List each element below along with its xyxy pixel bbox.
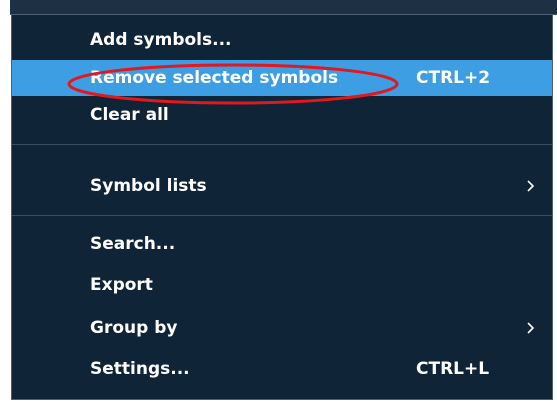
page-background-edge — [0, 0, 10, 403]
menu-item-add-symbols[interactable]: Add symbols... — [12, 22, 552, 58]
menu-item-group-by[interactable]: Group by — [12, 310, 552, 346]
menu-item-label: Add symbols... — [90, 30, 232, 50]
screenshot-canvas: ▀▀▀▀▀▀▀ ▀▀▀▀ ▀▀▀▀ ▀▀ ▀▀▀ Add symbols... … — [0, 0, 557, 403]
menu-item-label: Clear all — [90, 105, 169, 125]
menu-item-settings[interactable]: Settings... CTRL+L — [12, 351, 552, 387]
menu-item-symbol-lists[interactable]: Symbol lists — [12, 168, 552, 204]
menu-item-search[interactable]: Search... — [12, 226, 552, 262]
menu-item-label: Export — [90, 275, 153, 295]
menu-item-label: Search... — [90, 234, 176, 254]
menu-item-label: Group by — [90, 318, 178, 338]
chevron-right-icon — [524, 310, 538, 346]
watchlist-context-menu: Add symbols... Remove selected symbols C… — [11, 14, 553, 400]
chevron-right-icon — [524, 168, 538, 204]
menu-item-label: Symbol lists — [90, 176, 207, 196]
menu-separator — [12, 215, 552, 216]
menu-item-shortcut: CTRL+L — [416, 359, 490, 379]
obscured-header-text: ▀▀▀▀▀▀▀ ▀▀▀▀ ▀▀▀▀ ▀▀ ▀▀▀ — [18, 0, 427, 8]
menu-item-label: Settings... — [90, 359, 190, 379]
menu-item-shortcut: CTRL+2 — [416, 68, 491, 88]
menu-separator — [12, 144, 552, 145]
menu-item-export[interactable]: Export — [12, 267, 552, 303]
menu-item-remove-selected-symbols[interactable]: Remove selected symbols CTRL+2 — [12, 60, 552, 96]
menu-item-clear-all[interactable]: Clear all — [12, 97, 552, 133]
watchlist-header-behind-menu: ▀▀▀▀▀▀▀ ▀▀▀▀ ▀▀▀▀ ▀▀ ▀▀▀ — [10, 0, 557, 15]
menu-item-label: Remove selected symbols — [90, 68, 339, 88]
